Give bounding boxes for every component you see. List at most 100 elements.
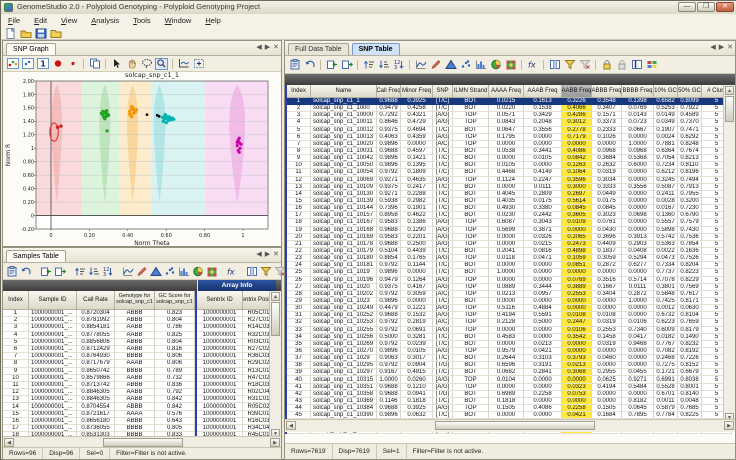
axis-x-icon[interactable] xyxy=(177,58,190,70)
histogram-icon[interactable] xyxy=(474,59,487,71)
scroll-thumb[interactable] xyxy=(103,438,183,447)
table-row[interactable]: 7solcap_snp_c1_100200.98960.0000[A/C]TOP… xyxy=(285,141,735,148)
column-header-10-gc[interactable]: 10% GC xyxy=(654,85,678,98)
column-header-index[interactable]: Index xyxy=(287,85,311,98)
filter-clear-icon[interactable] xyxy=(578,59,591,71)
table-row[interactable]: 81000000001_...0.8717679AAAB0.8061000000… xyxy=(3,360,281,367)
scroll-left-icon[interactable]: ◀ xyxy=(286,421,296,430)
table-row[interactable]: 17solcap_snp_c1_101570.89580.4622[T/C]BO… xyxy=(285,212,735,219)
nav-prev-icon[interactable]: ◀ xyxy=(256,43,261,52)
sort-desc-icon[interactable] xyxy=(88,265,100,277)
fx-icon[interactable]: fx xyxy=(526,59,539,71)
export-icon[interactable] xyxy=(54,265,66,277)
table-row[interactable]: 10solcap_snp_c1_100500.98960.1395[T/C]BO… xyxy=(285,162,735,169)
filter-icon[interactable] xyxy=(563,59,576,71)
table-row[interactable]: 26solcap_snp_c1_101960.94790.1264[A/G]TO… xyxy=(285,277,735,284)
import-icon[interactable] xyxy=(40,265,52,277)
table-row[interactable]: 8solcap_snp_c1_100310.96880.4597[T/C]BOT… xyxy=(285,148,735,155)
column-header-minor-freq[interactable]: Minor Freq xyxy=(401,85,433,98)
nav-next-icon[interactable]: ▶ xyxy=(265,43,270,52)
fit-icon[interactable] xyxy=(192,58,205,70)
pie-icon[interactable] xyxy=(489,59,502,71)
zoom-icon[interactable] xyxy=(155,58,168,70)
open-folder-icon[interactable] xyxy=(19,27,32,39)
sort-desc-icon[interactable] xyxy=(377,59,390,71)
table-row[interactable]: 24solcap_snp_c1_101810.97920.1144[T/C]BO… xyxy=(285,262,735,269)
sort-123-icon[interactable]: 123 xyxy=(392,59,405,71)
table-row[interactable]: 40solcap_snp_c1_103151.00000.0260[A/G]TO… xyxy=(285,376,735,383)
import-icon[interactable] xyxy=(325,59,338,71)
menu-view[interactable]: View xyxy=(54,14,84,27)
table-row[interactable]: 18solcap_snp_c1_101670.95830.1386[A/G]TO… xyxy=(285,219,735,226)
column-header-sample-id[interactable]: Sample ID xyxy=(29,291,77,310)
scroll-right-icon[interactable]: ▶ xyxy=(270,438,280,447)
scroll-right-icon[interactable]: ▶ xyxy=(724,421,734,430)
dot-small-icon[interactable] xyxy=(66,58,79,70)
scroll-up-icon[interactable]: ▲ xyxy=(725,86,734,95)
pencil-icon[interactable] xyxy=(136,265,148,277)
table-row[interactable]: 13solcap_snp_c1_101090.93750.2417[T/C]BO… xyxy=(285,184,735,191)
scatter-multi-icon[interactable] xyxy=(6,58,19,70)
table-row[interactable]: 41solcap_snp_c1_103510.96880.1210[A/G]TO… xyxy=(285,384,735,391)
column-header-name[interactable]: Name xyxy=(311,85,377,98)
table-row[interactable]: 38solcap_snp_c1_102950.97920.0904[T/G]BO… xyxy=(285,362,735,369)
table-row[interactable]: 91000000001_...0.8650742BBBB0.7891000000… xyxy=(3,368,281,375)
table-row[interactable]: 161000000001_...0.8656180ABBB0.643100000… xyxy=(3,418,281,425)
tab-samples-table[interactable]: Samples Table xyxy=(6,250,66,262)
triangle-icon[interactable] xyxy=(444,59,457,71)
columns-icon[interactable] xyxy=(246,265,258,277)
table-row[interactable]: 43solcap_snp_c1_103690.11460.1818[T/C]BO… xyxy=(285,398,735,405)
table-row[interactable]: 141000000001_...0.8704554ABBB0.842100000… xyxy=(3,403,281,410)
panel-close-icon[interactable]: ✕ xyxy=(727,43,733,52)
column-header-aabb-freq[interactable]: AABB Freq xyxy=(562,85,592,98)
menu-edit[interactable]: Edit xyxy=(27,14,54,27)
tab-snp-graph[interactable]: SNP Graph xyxy=(6,43,56,55)
table-row[interactable]: 22solcap_snp_c1_101790.51040.4439[T/C]BO… xyxy=(285,248,735,255)
nav-prev-icon[interactable]: ◀ xyxy=(256,250,261,259)
scroll-thumb[interactable] xyxy=(435,421,595,430)
triangle-icon[interactable] xyxy=(150,265,162,277)
lasso-icon[interactable] xyxy=(140,58,153,70)
paste-icon[interactable] xyxy=(6,265,18,277)
undo-icon[interactable] xyxy=(20,265,32,277)
filter-icon[interactable] xyxy=(260,265,272,277)
column-header-50-gc[interactable]: 50% GC xyxy=(678,85,702,98)
close-button[interactable]: ✕ xyxy=(716,2,734,12)
one-icon[interactable]: 1 xyxy=(36,58,49,70)
new-document-icon[interactable] xyxy=(4,27,17,39)
lock-2-icon[interactable] xyxy=(615,59,628,71)
column-header-aaaa-freq[interactable]: AAAA Freq xyxy=(489,85,524,98)
menu-analysis[interactable]: Analysis xyxy=(84,14,126,27)
freeze-icon[interactable]: : xyxy=(630,59,643,71)
undo-icon[interactable] xyxy=(303,59,316,71)
heatmap-icon[interactable] xyxy=(504,59,517,71)
legend-colors-icon[interactable] xyxy=(645,59,658,71)
restore-button[interactable]: ❐ xyxy=(697,2,715,12)
table-row[interactable]: 131000000001_...0.8846305AABB0.842100000… xyxy=(3,396,281,403)
sort-123-icon[interactable]: 123 xyxy=(102,265,114,277)
table-row[interactable]: 61000000001_...0.8712429AABB0.8161000000… xyxy=(3,346,281,353)
lock-icon[interactable] xyxy=(600,59,613,71)
nav-next-icon[interactable]: ▶ xyxy=(719,43,724,52)
table-row[interactable]: 20solcap_snp_c1_101690.95830.2201[A/G]TO… xyxy=(285,234,735,241)
sort-asc-icon[interactable] xyxy=(74,265,86,277)
table-row[interactable]: 39solcap_snp_c1_102970.91670.4915[T/C]BO… xyxy=(285,369,735,376)
table-row[interactable]: 1solcap_snp_c1_10.96880.3925[T/C]BOT0.02… xyxy=(285,98,735,105)
scroll-left-icon[interactable]: ◀ xyxy=(4,438,14,447)
minimize-button[interactable]: — xyxy=(678,2,696,12)
table-row[interactable]: 30solcap_snp_c1_102490.44790.1221[A/G]TO… xyxy=(285,305,735,312)
table-row[interactable]: 9solcap_snp_c1_100420.98960.1421[T/C]BOT… xyxy=(285,155,735,162)
table-row[interactable]: 12solcap_snp_c1_100690.92710.4635[A/G]TO… xyxy=(285,177,735,184)
table-row[interactable]: 28solcap_snp_c1_102020.97920.3059[A/C]TO… xyxy=(285,291,735,298)
table-row[interactable]: 37solcap_snp_c1_10290.90630.3017[T/C]BOT… xyxy=(285,355,735,362)
table-row[interactable]: 71000000001_...0.8764930BBBB0.8061000000… xyxy=(3,353,281,360)
table-row[interactable]: 16solcap_snp_c1_101440.73960.1901[T/C]BO… xyxy=(285,205,735,212)
table-row[interactable]: 31solcap_snp_c1_102520.96880.1532[A/G]TO… xyxy=(285,312,735,319)
menu-help[interactable]: Help xyxy=(198,14,227,27)
table-row[interactable]: 32solcap_snp_c1_102530.97920.2819[A/C]TO… xyxy=(285,319,735,326)
table-row[interactable]: 51000000001_...0.8856806ABBB0.8041000000… xyxy=(3,339,281,346)
menu-window[interactable]: Window xyxy=(158,14,199,27)
table-row[interactable]: 42solcap_snp_c1_103580.96880.0941[T/G]BO… xyxy=(285,391,735,398)
snp-scatter-plot[interactable]: solcap_snp_c1_12.001.801.601.401.2010.80… xyxy=(3,70,281,247)
menu-tools[interactable]: Tools xyxy=(126,14,158,27)
